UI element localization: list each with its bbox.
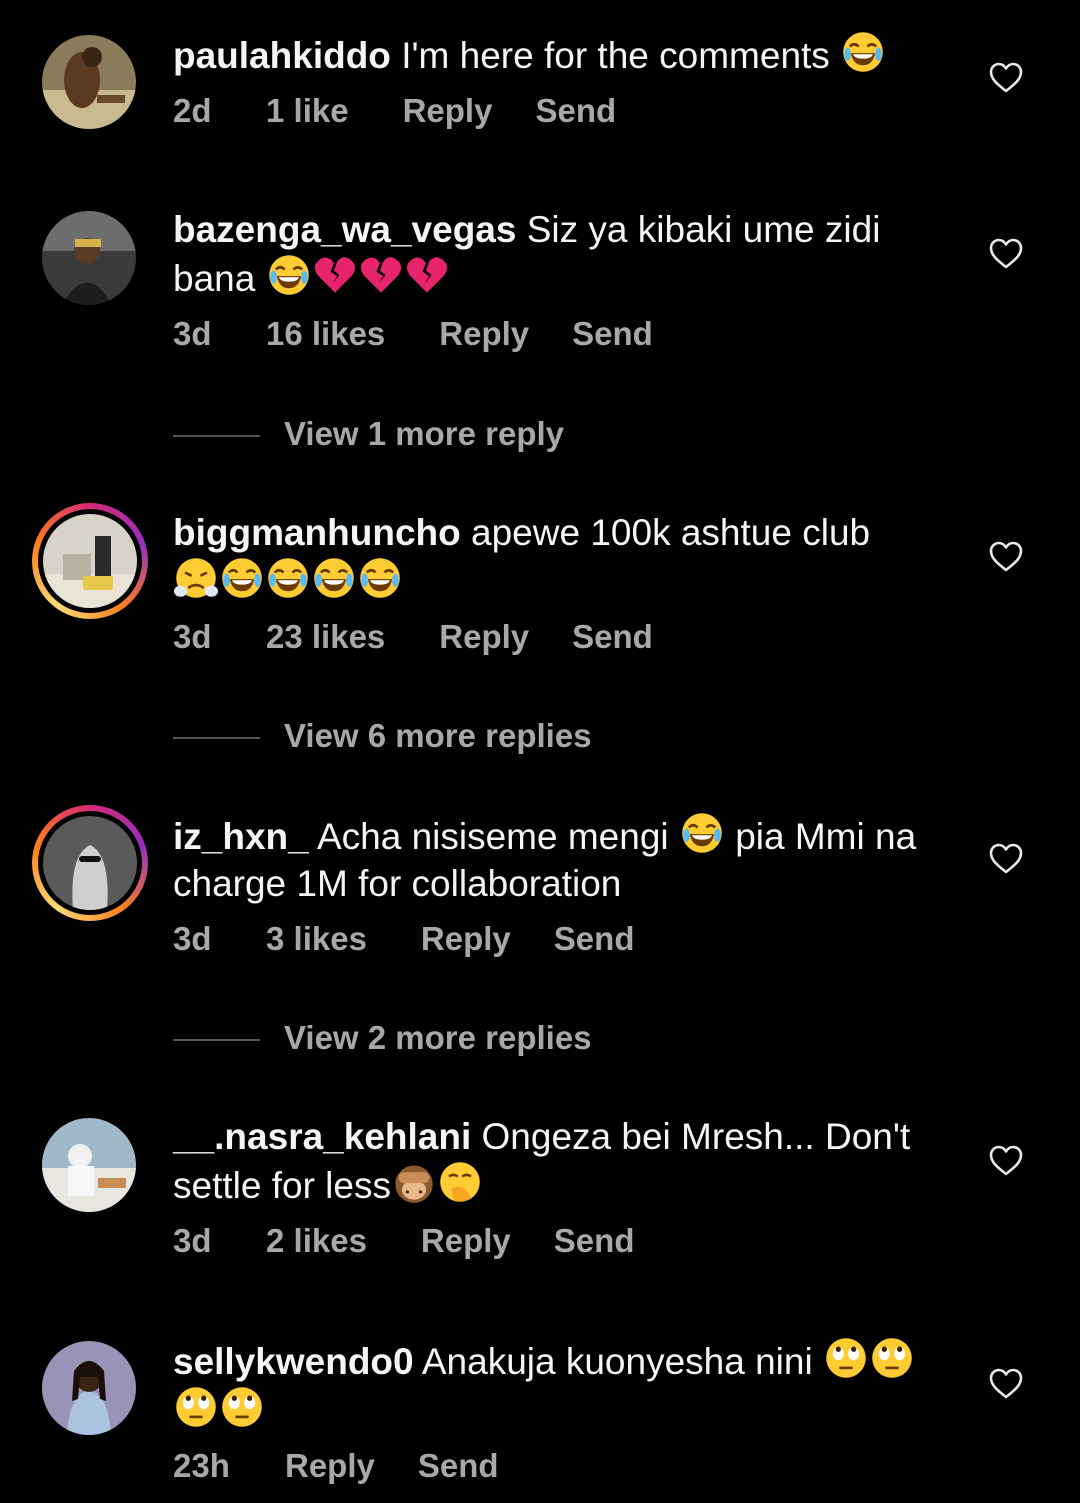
avatar [43, 816, 137, 910]
comment-time: 3d [173, 1222, 212, 1259]
likes-count[interactable]: 16 likes [266, 314, 385, 354]
send-button[interactable]: Send [572, 314, 653, 354]
reply-button[interactable]: Reply [421, 919, 511, 959]
broken-heart-emoji-icon [405, 253, 449, 297]
comment-username[interactable]: __.nasra_kehlani [173, 1116, 471, 1157]
view-replies-label[interactable]: View 2 more replies [284, 1019, 592, 1056]
eye-roll-emoji-icon [220, 1385, 264, 1429]
joy-emoji-icon [267, 253, 311, 297]
reply-button[interactable]: Reply [285, 1446, 375, 1486]
joy-emoji-icon [220, 556, 264, 600]
send-button[interactable]: Send [535, 91, 616, 131]
comment-body: I'm here for the comments [401, 35, 830, 76]
avatar [43, 514, 137, 608]
comment-meta: 3d 16 likes Reply Send [173, 314, 963, 354]
joy-emoji-icon [841, 30, 885, 74]
heart-icon[interactable] [989, 62, 1023, 94]
eye-roll-emoji-icon [174, 1385, 218, 1429]
send-button[interactable]: Send [554, 1221, 635, 1261]
send-button[interactable]: Send [418, 1446, 499, 1486]
comment-text: biggmanhuncho apewe 100k ashtue club [173, 509, 963, 605]
view-replies-button[interactable]: View 1 more reply [173, 414, 564, 454]
eye-roll-emoji-icon [824, 1336, 868, 1380]
eye-roll-emoji-icon [870, 1336, 914, 1380]
avatar[interactable] [42, 35, 136, 129]
likes-count[interactable]: 23 likes [266, 617, 385, 657]
view-replies-label[interactable]: View 6 more replies [284, 717, 592, 754]
avatar[interactable] [42, 211, 136, 305]
steam-face-emoji-icon [174, 556, 218, 600]
comment-username[interactable]: iz_hxn_ [173, 816, 309, 857]
send-button[interactable]: Send [554, 919, 635, 959]
likes-count[interactable]: 1 like [266, 91, 349, 131]
joy-emoji-icon [312, 556, 356, 600]
heart-icon[interactable] [989, 843, 1023, 875]
broken-heart-emoji-icon [359, 253, 403, 297]
heart-icon[interactable] [989, 1145, 1023, 1177]
comment-username[interactable]: paulahkiddo [173, 35, 391, 76]
comments-list: paulahkiddo I'm here for the comments 2d… [0, 0, 1080, 1503]
reply-button[interactable]: Reply [439, 617, 529, 657]
comment-meta: 3d 3 likes Reply Send [173, 919, 963, 959]
send-button[interactable]: Send [572, 617, 653, 657]
divider-line [173, 1039, 260, 1042]
comment-body: apewe 100k ashtue club [471, 512, 871, 553]
comment-username[interactable]: bazenga_wa_vegas [173, 209, 516, 250]
hand-over-mouth-emoji-icon [438, 1160, 482, 1204]
comment-time: 3d [173, 618, 212, 655]
comment-meta: 23h Reply Send [173, 1446, 963, 1486]
comment-text: iz_hxn_ Acha nisiseme mengi pia Mmi na c… [173, 811, 963, 907]
comment-username[interactable]: sellykwendo0 [173, 1341, 414, 1382]
joy-emoji-icon [266, 556, 310, 600]
joy-emoji-icon [680, 811, 724, 855]
comment-body: Anakuja kuonyesha nini [421, 1341, 813, 1382]
avatar[interactable] [42, 1341, 136, 1435]
comment-body: Acha nisiseme mengi [316, 816, 669, 857]
view-replies-button[interactable]: View 2 more replies [173, 1018, 592, 1058]
comment-time: 23h [173, 1447, 230, 1484]
avatar-story-ring[interactable] [32, 805, 148, 921]
see-no-evil-emoji-icon [392, 1160, 436, 1204]
heart-icon[interactable] [989, 238, 1023, 270]
likes-count[interactable]: 2 likes [266, 1221, 367, 1261]
comment-time: 2d [173, 92, 212, 129]
likes-count[interactable]: 3 likes [266, 919, 367, 959]
joy-emoji-icon [358, 556, 402, 600]
divider-line [173, 435, 260, 438]
avatar[interactable] [42, 1118, 136, 1212]
comment-text: sellykwendo0 Anakuja kuonyesha nini [173, 1336, 963, 1434]
comment-time: 3d [173, 315, 212, 352]
comment-meta: 3d 2 likes Reply Send [173, 1221, 963, 1261]
comment-time: 3d [173, 920, 212, 957]
reply-button[interactable]: Reply [421, 1221, 511, 1261]
reply-button[interactable]: Reply [439, 314, 529, 354]
avatar-story-ring[interactable] [32, 503, 148, 619]
heart-icon[interactable] [989, 1368, 1023, 1400]
comment-text: bazenga_wa_vegas Siz ya kibaki ume zidi … [173, 206, 963, 302]
comment-text: __.nasra_kehlani Ongeza bei Mresh... Don… [173, 1113, 963, 1209]
comment-meta: 2d 1 like Reply Send [173, 91, 963, 131]
comment-username[interactable]: biggmanhuncho [173, 512, 461, 553]
view-replies-label[interactable]: View 1 more reply [284, 415, 564, 452]
view-replies-button[interactable]: View 6 more replies [173, 716, 592, 756]
broken-heart-emoji-icon [313, 253, 357, 297]
divider-line [173, 737, 260, 740]
reply-button[interactable]: Reply [403, 91, 493, 131]
comment-text: paulahkiddo I'm here for the comments [173, 30, 963, 79]
comment-meta: 3d 23 likes Reply Send [173, 617, 963, 657]
heart-icon[interactable] [989, 541, 1023, 573]
